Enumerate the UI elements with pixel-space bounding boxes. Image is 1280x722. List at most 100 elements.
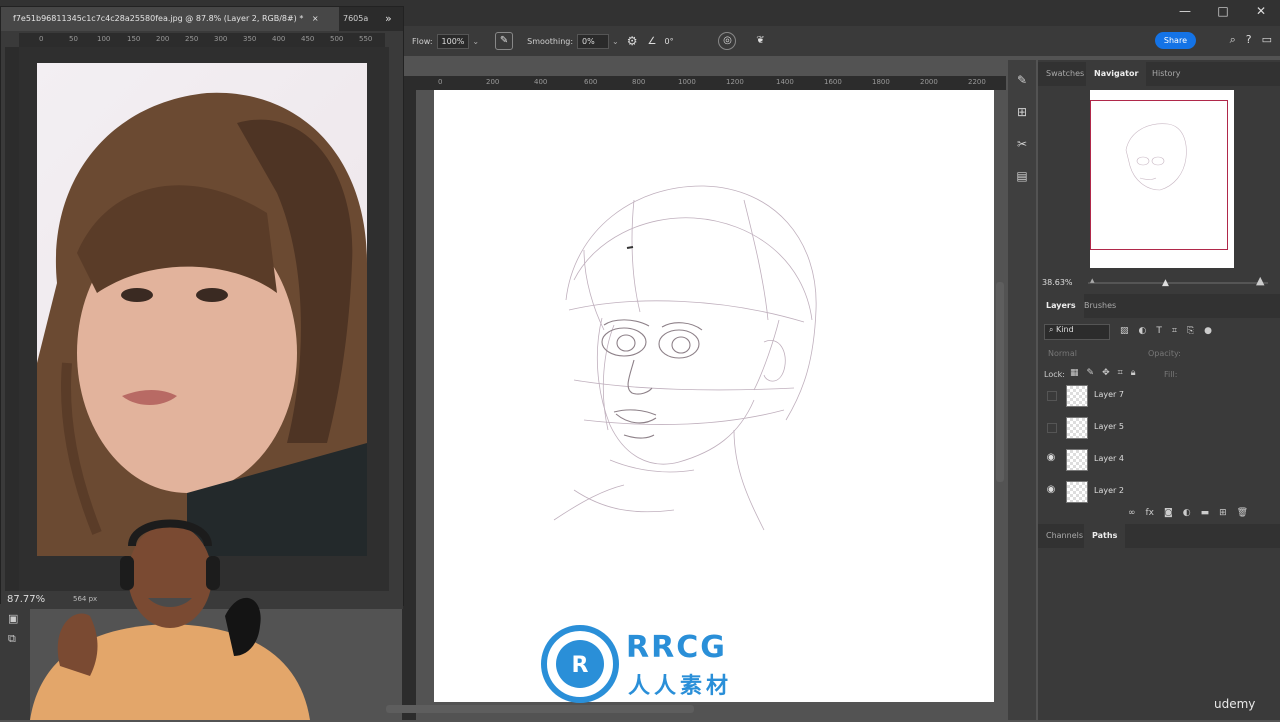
maximize-button[interactable]: □ bbox=[1204, 0, 1242, 24]
zoom-slider-thumb[interactable]: ▲ bbox=[1162, 278, 1169, 288]
ruler-tick: 200 bbox=[156, 35, 170, 43]
lock-artboard-icon[interactable]: ⌗ bbox=[1118, 368, 1123, 378]
layer-filter-select[interactable]: ⌕ Kind bbox=[1044, 324, 1110, 340]
adjustment-filter-icon[interactable]: ◐ bbox=[1139, 326, 1147, 336]
smoothing-input[interactable]: 0% bbox=[577, 33, 610, 49]
horizontal-scrollbar[interactable] bbox=[386, 705, 694, 713]
lock-transparency-icon[interactable]: ▦ bbox=[1070, 368, 1079, 378]
ruler-tick: 500 bbox=[330, 35, 344, 43]
smart-object-filter-icon[interactable]: ⎘ bbox=[1187, 326, 1194, 336]
minimize-button[interactable]: — bbox=[1166, 0, 1204, 24]
link-icon[interactable]: ∞ bbox=[1128, 508, 1136, 518]
close-icon[interactable]: × bbox=[312, 14, 319, 23]
ruler-tick: 50 bbox=[69, 35, 78, 43]
watermark-subtitle: 人人素材 bbox=[628, 674, 733, 699]
ruler-tick: 600 bbox=[584, 78, 598, 86]
help-icon[interactable]: ? bbox=[1246, 33, 1252, 47]
screen-mode-icon[interactable]: ▣ bbox=[8, 612, 18, 625]
brush-settings-icon[interactable]: ✎ bbox=[1014, 72, 1030, 88]
clone-source-icon[interactable]: ⊞ bbox=[1014, 104, 1030, 120]
layer-name: Layer 4 bbox=[1094, 454, 1124, 463]
smoothing-label: Smoothing: bbox=[527, 36, 574, 46]
trash-icon[interactable]: 🗑︎ bbox=[1237, 508, 1248, 518]
tab-swatches[interactable]: Swatches bbox=[1038, 62, 1092, 86]
layer-row[interactable]: ◉ Layer 2 bbox=[1038, 476, 1280, 508]
shape-filter-icon[interactable]: ⌗ bbox=[1172, 326, 1177, 336]
properties-icon[interactable]: ▤ bbox=[1014, 168, 1030, 184]
drawing-canvas[interactable] bbox=[434, 90, 994, 702]
zoom-out-icon[interactable]: ▴ bbox=[1090, 276, 1095, 286]
ruler-tick: 1800 bbox=[872, 78, 890, 86]
ruler-tick: 0 bbox=[438, 78, 443, 86]
type-filter-icon[interactable]: T bbox=[1156, 326, 1162, 336]
ruler-tick: 2000 bbox=[920, 78, 938, 86]
window-controls: — □ ✕ bbox=[1166, 0, 1280, 24]
fill-label: Fill: bbox=[1164, 370, 1178, 379]
panel-icon-column: ✎ ⊞ ✂ ▤ bbox=[1008, 60, 1036, 720]
lock-label: Lock: bbox=[1044, 370, 1065, 379]
airbrush-icon[interactable]: ✎ bbox=[495, 32, 514, 50]
layer-thumbnail bbox=[1066, 385, 1088, 407]
tab-history[interactable]: History bbox=[1144, 62, 1188, 86]
lock-paint-icon[interactable]: ✎ bbox=[1087, 368, 1095, 378]
face-sketch bbox=[553, 185, 817, 531]
tab-brushes[interactable]: Brushes bbox=[1076, 294, 1124, 318]
ruler-tick: 0 bbox=[39, 35, 44, 43]
visibility-toggle-empty[interactable] bbox=[1047, 391, 1057, 401]
adjustment-icon[interactable]: ◐ bbox=[1183, 508, 1191, 518]
workspace-icon[interactable]: ▭ bbox=[1262, 33, 1272, 47]
eye-icon[interactable]: ◉ bbox=[1045, 484, 1057, 496]
layers-tabs: Layers Brushes bbox=[1038, 294, 1280, 318]
new-layer-icon[interactable]: ⊞ bbox=[1219, 508, 1227, 518]
double-chevron-right-icon[interactable]: » bbox=[385, 7, 392, 31]
gear-icon[interactable]: ⚙ bbox=[627, 34, 638, 48]
search-icon: ⌕ bbox=[1049, 325, 1054, 334]
search-icon[interactable]: ⌕ bbox=[1230, 33, 1236, 47]
ruler-tick: 250 bbox=[185, 35, 199, 43]
navigator-zoom-slider[interactable] bbox=[1088, 282, 1268, 284]
navigator-zoom[interactable]: 38.63% bbox=[1042, 278, 1073, 287]
tab-paths[interactable]: Paths bbox=[1084, 524, 1126, 548]
layer-row[interactable]: Layer 5 bbox=[1038, 412, 1280, 444]
folder-icon[interactable]: ▬ bbox=[1201, 508, 1210, 518]
tab-second-document[interactable]: 7605a bbox=[343, 7, 375, 31]
symmetry-butterfly-icon[interactable]: ❦ bbox=[752, 33, 768, 49]
tab-title: f7e51b96811345c1c7c4c28a25580fea.jpg @ 8… bbox=[13, 14, 304, 23]
lock-all-icon[interactable]: 🔒︎ bbox=[1131, 368, 1136, 378]
mask-icon[interactable]: ◙ bbox=[1164, 508, 1173, 518]
flow-input[interactable]: 100% bbox=[436, 33, 470, 49]
pressure-size-icon[interactable]: ◎ bbox=[718, 32, 737, 50]
options-bar: Flow: 100% ⌄ ✎ Smoothing: 0% ⌄ ⚙ ∠ 0° ◎ … bbox=[400, 26, 1280, 56]
tools-icon[interactable]: ✂ bbox=[1014, 136, 1030, 152]
layer-row[interactable]: Layer 7 bbox=[1038, 380, 1280, 412]
eye-icon[interactable]: ◉ bbox=[1045, 452, 1057, 464]
image-filter-icon[interactable]: ▨ bbox=[1120, 326, 1129, 336]
smoothing-dropdown-arrow[interactable]: ⌄ bbox=[612, 37, 619, 46]
frame-icon[interactable]: ⧉ bbox=[8, 632, 16, 646]
blend-mode-select[interactable]: Normal bbox=[1048, 349, 1077, 358]
layer-name: Layer 7 bbox=[1094, 390, 1124, 399]
navigator-tabs: Swatches Navigator History bbox=[1038, 62, 1280, 86]
rrcg-watermark-logo: R RRCG 人人素材 bbox=[540, 624, 740, 704]
fx-icon[interactable]: fx bbox=[1146, 508, 1155, 518]
vertical-scrollbar[interactable] bbox=[996, 282, 1004, 482]
tab-reference-image[interactable]: f7e51b96811345c1c7c4c28a25580fea.jpg @ 8… bbox=[1, 7, 339, 31]
tab-navigator[interactable]: Navigator bbox=[1086, 62, 1147, 86]
angle-input[interactable]: 0° bbox=[660, 34, 691, 48]
navigator-view-frame[interactable] bbox=[1090, 100, 1228, 250]
visibility-toggle-empty[interactable] bbox=[1047, 423, 1057, 433]
paths-tabs: Channels Paths bbox=[1038, 524, 1280, 548]
lock-position-icon[interactable]: ✥ bbox=[1102, 368, 1110, 378]
udemy-watermark: udemy bbox=[1214, 697, 1256, 711]
canvas-vertical-ruler bbox=[402, 90, 416, 720]
zoom-in-icon[interactable]: ▲ bbox=[1256, 274, 1264, 287]
close-window-button[interactable]: ✕ bbox=[1242, 0, 1280, 24]
share-button[interactable]: Share bbox=[1154, 32, 1196, 49]
layer-row[interactable]: ◉ Layer 4 bbox=[1038, 444, 1280, 476]
opacity-label: Opacity: bbox=[1148, 349, 1181, 358]
svg-text:R: R bbox=[572, 653, 589, 678]
canvas-horizontal-ruler: 0 200 400 600 800 1000 1200 1400 1600 18… bbox=[402, 76, 1006, 90]
watermark-brand: RRCG bbox=[626, 630, 727, 665]
flow-dropdown-arrow[interactable]: ⌄ bbox=[472, 37, 479, 46]
filter-toggle-icon[interactable]: ● bbox=[1204, 326, 1212, 336]
